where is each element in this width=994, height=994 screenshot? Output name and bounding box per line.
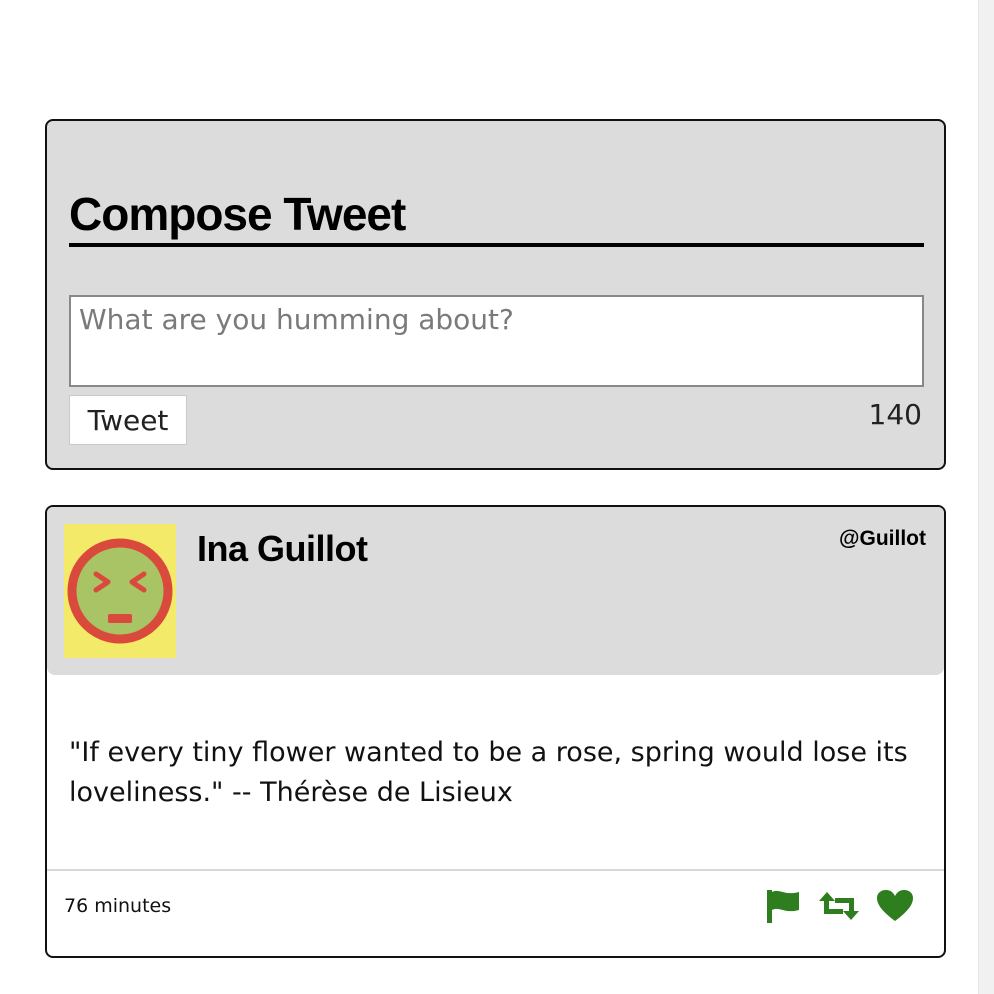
tweet-author-name[interactable]: Ina Guillot [197,525,368,573]
tweet-card: Ina Guillot @Guillot "If every tiny flow… [45,505,946,958]
tweet-content: "If every tiny flower wanted to be a ros… [69,737,908,808]
tweet-footer: 76 minutes [47,869,944,956]
tweet-actions [760,886,918,926]
character-counter: 140 [868,398,922,431]
tweet-header: Ina Guillot @Guillot [47,507,944,675]
retweet-icon [819,892,859,920]
tweet-timestamp: 76 minutes [64,895,172,917]
grimacing-face-icon [67,538,173,644]
flag-icon [767,890,799,923]
flag-button[interactable] [760,886,806,926]
retweet-button[interactable] [816,886,862,926]
page-scrollbar[interactable] [978,0,994,994]
avatar [64,524,176,658]
tweet-author-handle[interactable]: @Guillot [839,527,926,551]
tweet-button[interactable]: Tweet [69,395,187,445]
tweet-text-input[interactable] [69,295,924,387]
compose-tweet-panel: Compose Tweet Tweet 140 [45,119,946,470]
compose-title: Compose Tweet [69,185,924,247]
heart-icon [877,890,913,921]
like-button[interactable] [872,886,918,926]
